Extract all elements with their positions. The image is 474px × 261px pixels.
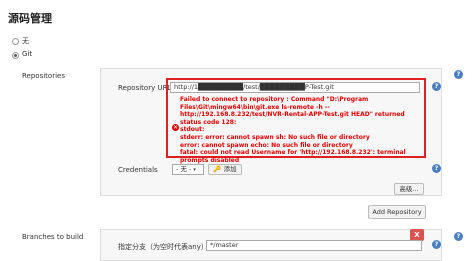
scm-none-label: 无 <box>22 37 29 45</box>
branch-specifier-input[interactable]: */master <box>206 240 422 251</box>
add-credentials-label: 添加 <box>223 165 237 173</box>
scm-git-label: Git <box>22 50 33 58</box>
branch-specifier-label: 指定分支（为空时代表any） <box>118 243 208 251</box>
repository-url-help-icon[interactable]: ? <box>432 82 441 91</box>
credentials-help-icon[interactable]: ? <box>432 164 441 173</box>
key-icon: 🔑 <box>213 165 222 173</box>
branch-specifier-help-icon[interactable]: ? <box>432 240 441 249</box>
error-message: Failed to connect to repository : Comman… <box>180 96 406 164</box>
section-title: 源码管理 <box>8 12 52 25</box>
credentials-label: Credentials <box>118 166 158 174</box>
repositories-help-icon[interactable]: ? <box>454 70 463 79</box>
credentials-value: - 无 - <box>176 165 192 173</box>
repositories-label: Repositories <box>22 72 65 80</box>
scm-git-radio[interactable] <box>12 52 19 59</box>
repository-url-label: Repository URL <box>118 84 172 92</box>
credentials-select[interactable]: - 无 - ▾ <box>172 164 204 175</box>
branches-help-icon[interactable]: ? <box>454 232 463 241</box>
scm-none-radio[interactable] <box>12 38 19 45</box>
branches-to-build-label: Branches to build <box>22 233 84 241</box>
error-icon: ✕ <box>172 124 179 131</box>
chevron-down-icon: ▾ <box>193 167 196 173</box>
add-credentials-button[interactable]: 🔑 添加 <box>208 164 242 175</box>
add-repository-button[interactable]: Add Repository <box>368 205 426 219</box>
advanced-button[interactable]: 高级... <box>394 183 424 195</box>
